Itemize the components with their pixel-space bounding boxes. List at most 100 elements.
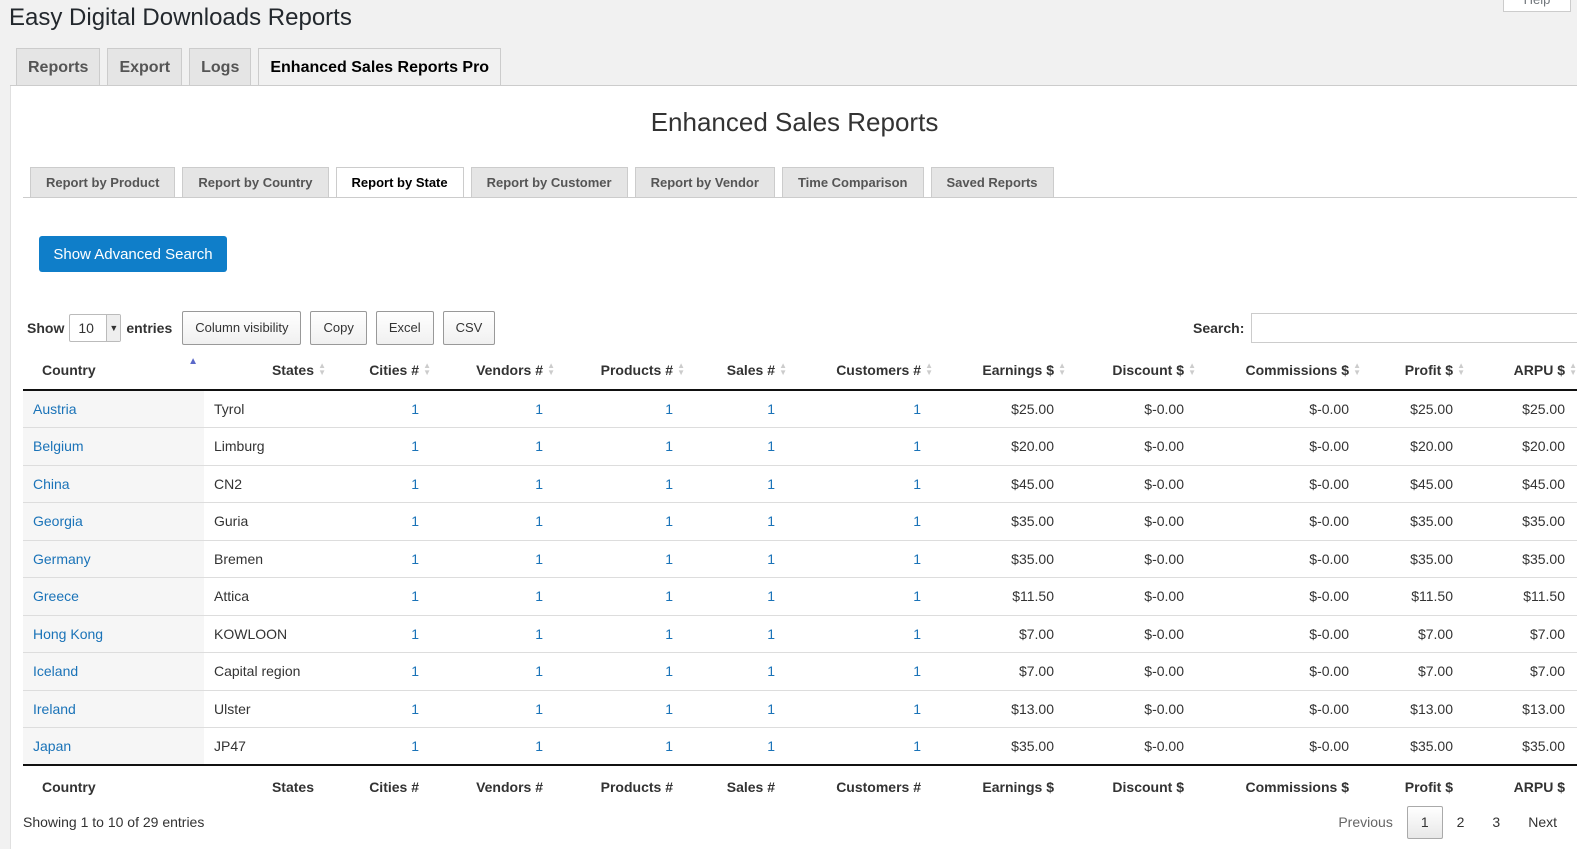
cities-link[interactable]: 1 (328, 502, 433, 541)
vendors-link[interactable]: 1 (433, 502, 557, 541)
cities-link[interactable]: 1 (328, 690, 433, 728)
sales-link[interactable]: 1 (687, 615, 789, 653)
copy-button[interactable]: Copy (310, 311, 367, 345)
earnings-cell: $25.00 (935, 390, 1068, 428)
products-link[interactable]: 1 (557, 390, 687, 428)
customers-link[interactable]: 1 (789, 652, 935, 691)
sales-link[interactable]: 1 (687, 502, 789, 541)
customers-link[interactable]: 1 (789, 465, 935, 503)
cities-link[interactable]: 1 (328, 728, 433, 766)
column-header-vendors[interactable]: Vendors # ▲ ▼ (433, 350, 557, 391)
column-header-products[interactable]: Products # ▲ ▼ (557, 350, 687, 391)
subtab-report-by-customer[interactable]: Report by Customer (470, 167, 628, 197)
excel-button[interactable]: Excel (375, 311, 434, 345)
customers-link[interactable]: 1 (789, 690, 935, 728)
vendors-link[interactable]: 1 (433, 540, 557, 578)
subtab-report-by-product[interactable]: Report by Product (30, 167, 176, 197)
products-link[interactable]: 1 (557, 652, 687, 691)
cities-link[interactable]: 1 (328, 540, 433, 578)
country-link[interactable]: Greece (23, 577, 204, 616)
cities-link[interactable]: 1 (328, 652, 433, 691)
customers-link[interactable]: 1 (789, 728, 935, 766)
cities-link[interactable]: 1 (328, 615, 433, 653)
vendors-link[interactable]: 1 (433, 728, 557, 766)
column-header-arpu[interactable]: ARPU $ ▲ ▼ (1467, 350, 1577, 391)
customers-link[interactable]: 1 (789, 502, 935, 541)
sales-link[interactable]: 1 (687, 427, 789, 466)
column-header-states[interactable]: States ▲ ▼ (204, 350, 328, 391)
cities-link[interactable]: 1 (328, 465, 433, 503)
vendors-link[interactable]: 1 (433, 690, 557, 728)
previous-page-button[interactable]: Previous (1324, 806, 1406, 839)
country-link[interactable]: Iceland (23, 652, 204, 691)
country-link[interactable]: Japan (23, 727, 204, 765)
show-advanced-search-button[interactable]: Show Advanced Search (39, 236, 227, 272)
customers-link[interactable]: 1 (789, 615, 935, 653)
csv-button[interactable]: CSV (442, 311, 496, 345)
sales-link[interactable]: 1 (687, 577, 789, 616)
column-footer-earnings: Earnings $ (935, 764, 1068, 807)
subtab-time-comparison[interactable]: Time Comparison (781, 167, 924, 197)
vendors-link[interactable]: 1 (433, 615, 557, 653)
subtab-saved-reports[interactable]: Saved Reports (930, 167, 1054, 197)
entries-length-select[interactable]: 10 ▼ (69, 314, 122, 342)
country-link[interactable]: Georgia (23, 502, 204, 541)
customers-link[interactable]: 1 (789, 390, 935, 428)
customers-link[interactable]: 1 (789, 577, 935, 616)
sales-link[interactable]: 1 (687, 390, 789, 428)
products-link[interactable]: 1 (557, 577, 687, 616)
customers-link[interactable]: 1 (789, 540, 935, 578)
country-link[interactable]: China (23, 465, 204, 503)
column-header-commissions[interactable]: Commissions $ ▲ ▼ (1198, 350, 1363, 391)
cities-link[interactable]: 1 (328, 390, 433, 428)
vendors-link[interactable]: 1 (433, 577, 557, 616)
cities-link[interactable]: 1 (328, 427, 433, 466)
vendors-link[interactable]: 1 (433, 465, 557, 503)
products-link[interactable]: 1 (557, 465, 687, 503)
profit-cell: $35.00 (1363, 502, 1467, 541)
customers-link[interactable]: 1 (789, 427, 935, 466)
search-input[interactable] (1251, 313, 1577, 343)
column-visibility-button[interactable]: Column visibility (182, 311, 302, 345)
country-link[interactable]: Ireland (23, 690, 204, 728)
products-link[interactable]: 1 (557, 728, 687, 766)
column-header-cities[interactable]: Cities # ▲ ▼ (328, 350, 433, 391)
tab-export[interactable]: Export (107, 48, 183, 86)
tab-reports[interactable]: Reports (16, 48, 101, 86)
subtab-report-by-state[interactable]: Report by State (335, 167, 464, 198)
earnings-cell: $35.00 (935, 540, 1068, 578)
products-link[interactable]: 1 (557, 690, 687, 728)
page-1-button[interactable]: 1 (1406, 806, 1443, 839)
sales-link[interactable]: 1 (687, 465, 789, 503)
products-link[interactable]: 1 (557, 540, 687, 578)
column-header-country[interactable]: Country ▲ (23, 350, 204, 391)
country-link[interactable]: Belgium (23, 427, 204, 466)
subtab-report-by-vendor[interactable]: Report by Vendor (634, 167, 775, 197)
cities-link[interactable]: 1 (328, 577, 433, 616)
sales-link[interactable]: 1 (687, 652, 789, 691)
vendors-link[interactable]: 1 (433, 427, 557, 466)
country-link[interactable]: Germany (23, 540, 204, 578)
country-link[interactable]: Hong Kong (23, 615, 204, 653)
sales-link[interactable]: 1 (687, 540, 789, 578)
tab-logs[interactable]: Logs (189, 48, 252, 86)
next-page-button[interactable]: Next (1514, 806, 1571, 839)
products-link[interactable]: 1 (557, 502, 687, 541)
column-header-customers[interactable]: Customers # ▲ ▼ (789, 350, 935, 391)
products-link[interactable]: 1 (557, 427, 687, 466)
help-tab[interactable]: Help (1503, 0, 1571, 12)
subtab-report-by-country[interactable]: Report by Country (182, 167, 329, 197)
page-2-button[interactable]: 2 (1443, 806, 1479, 839)
country-link[interactable]: Austria (23, 390, 204, 428)
page-3-button[interactable]: 3 (1478, 806, 1514, 839)
tab-enhanced-sales-reports-pro[interactable]: Enhanced Sales Reports Pro (258, 48, 502, 86)
products-link[interactable]: 1 (557, 615, 687, 653)
vendors-link[interactable]: 1 (433, 652, 557, 691)
sales-link[interactable]: 1 (687, 728, 789, 766)
column-header-sales[interactable]: Sales # ▲ ▼ (687, 350, 789, 391)
column-header-discount[interactable]: Discount $ ▲ ▼ (1068, 350, 1198, 391)
column-header-profit[interactable]: Profit $ ▲ ▼ (1363, 350, 1467, 391)
sales-link[interactable]: 1 (687, 690, 789, 728)
column-header-earnings[interactable]: Earnings $ ▲ ▼ (935, 350, 1068, 391)
vendors-link[interactable]: 1 (433, 390, 557, 428)
